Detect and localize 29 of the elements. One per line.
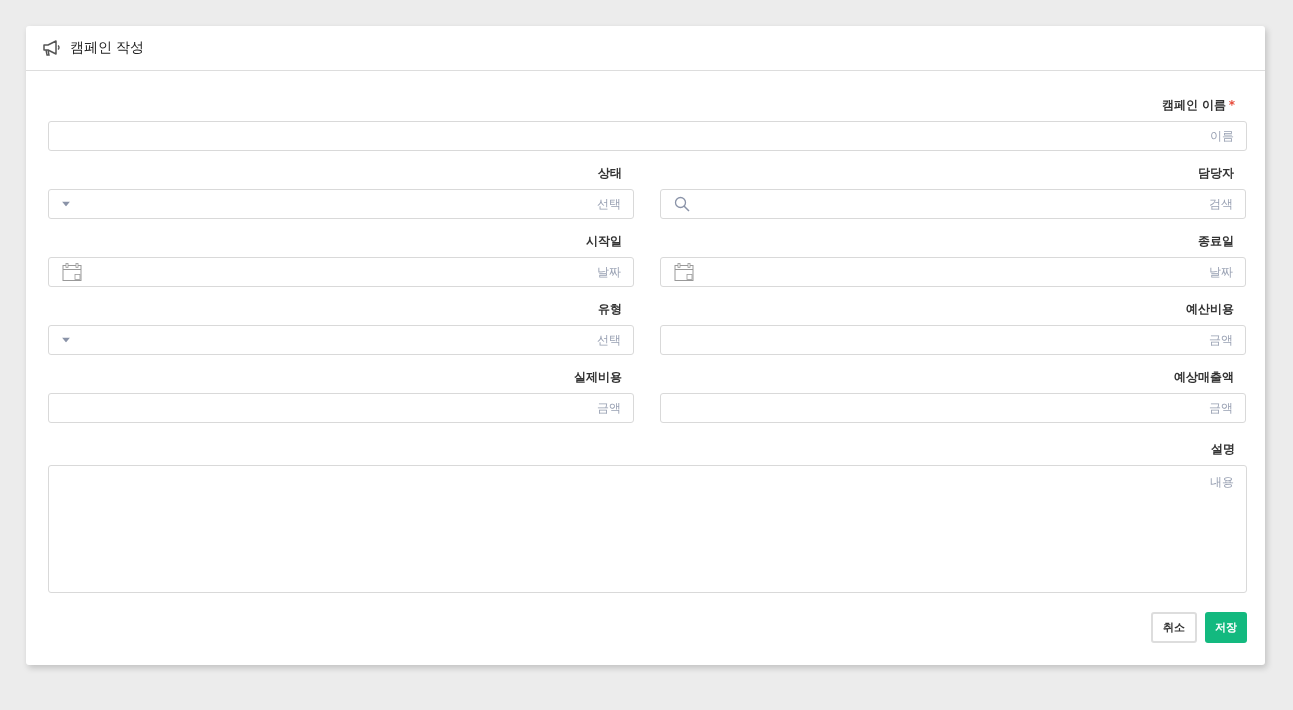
field-label: 유형 bbox=[598, 300, 622, 318]
select-field[interactable]: 선택 bbox=[48, 189, 634, 219]
input-field[interactable]: 금액 bbox=[660, 393, 1246, 423]
field-label: 실제비용 bbox=[574, 368, 622, 386]
field-label: 예산비용 bbox=[1186, 300, 1234, 318]
cancel-button[interactable]: 취소 bbox=[1151, 612, 1197, 643]
date-field[interactable]: 날짜 bbox=[48, 257, 634, 287]
field-label: 예상매출액 bbox=[1174, 368, 1234, 386]
form-title: 캠페인 작성 bbox=[70, 39, 145, 57]
date-field[interactable]: 날짜 bbox=[660, 257, 1246, 287]
calendar-icon bbox=[674, 262, 694, 282]
calendar-icon bbox=[62, 262, 82, 282]
field-label: 담당자 bbox=[1198, 164, 1234, 182]
field-label: 시작일 bbox=[586, 232, 622, 250]
field-label: 종료일 bbox=[1198, 232, 1234, 250]
input-field[interactable]: 금액 bbox=[660, 325, 1246, 355]
field-label: 캠페인 이름 bbox=[1161, 96, 1226, 114]
field-label: 설명 bbox=[1211, 440, 1235, 458]
required-mark: * bbox=[1228, 98, 1235, 112]
select-field[interactable]: 선택 bbox=[48, 325, 634, 355]
caret-icon bbox=[62, 337, 70, 343]
search-field[interactable]: 검색 bbox=[660, 189, 1246, 219]
description-field[interactable]: 내용 bbox=[48, 465, 1247, 593]
search-icon bbox=[674, 196, 690, 212]
caret-icon bbox=[62, 201, 70, 207]
input-field[interactable]: 이름 bbox=[48, 121, 1247, 151]
megaphone-icon bbox=[42, 40, 62, 56]
input-field[interactable]: 금액 bbox=[48, 393, 634, 423]
field-label: 상태 bbox=[598, 164, 622, 182]
